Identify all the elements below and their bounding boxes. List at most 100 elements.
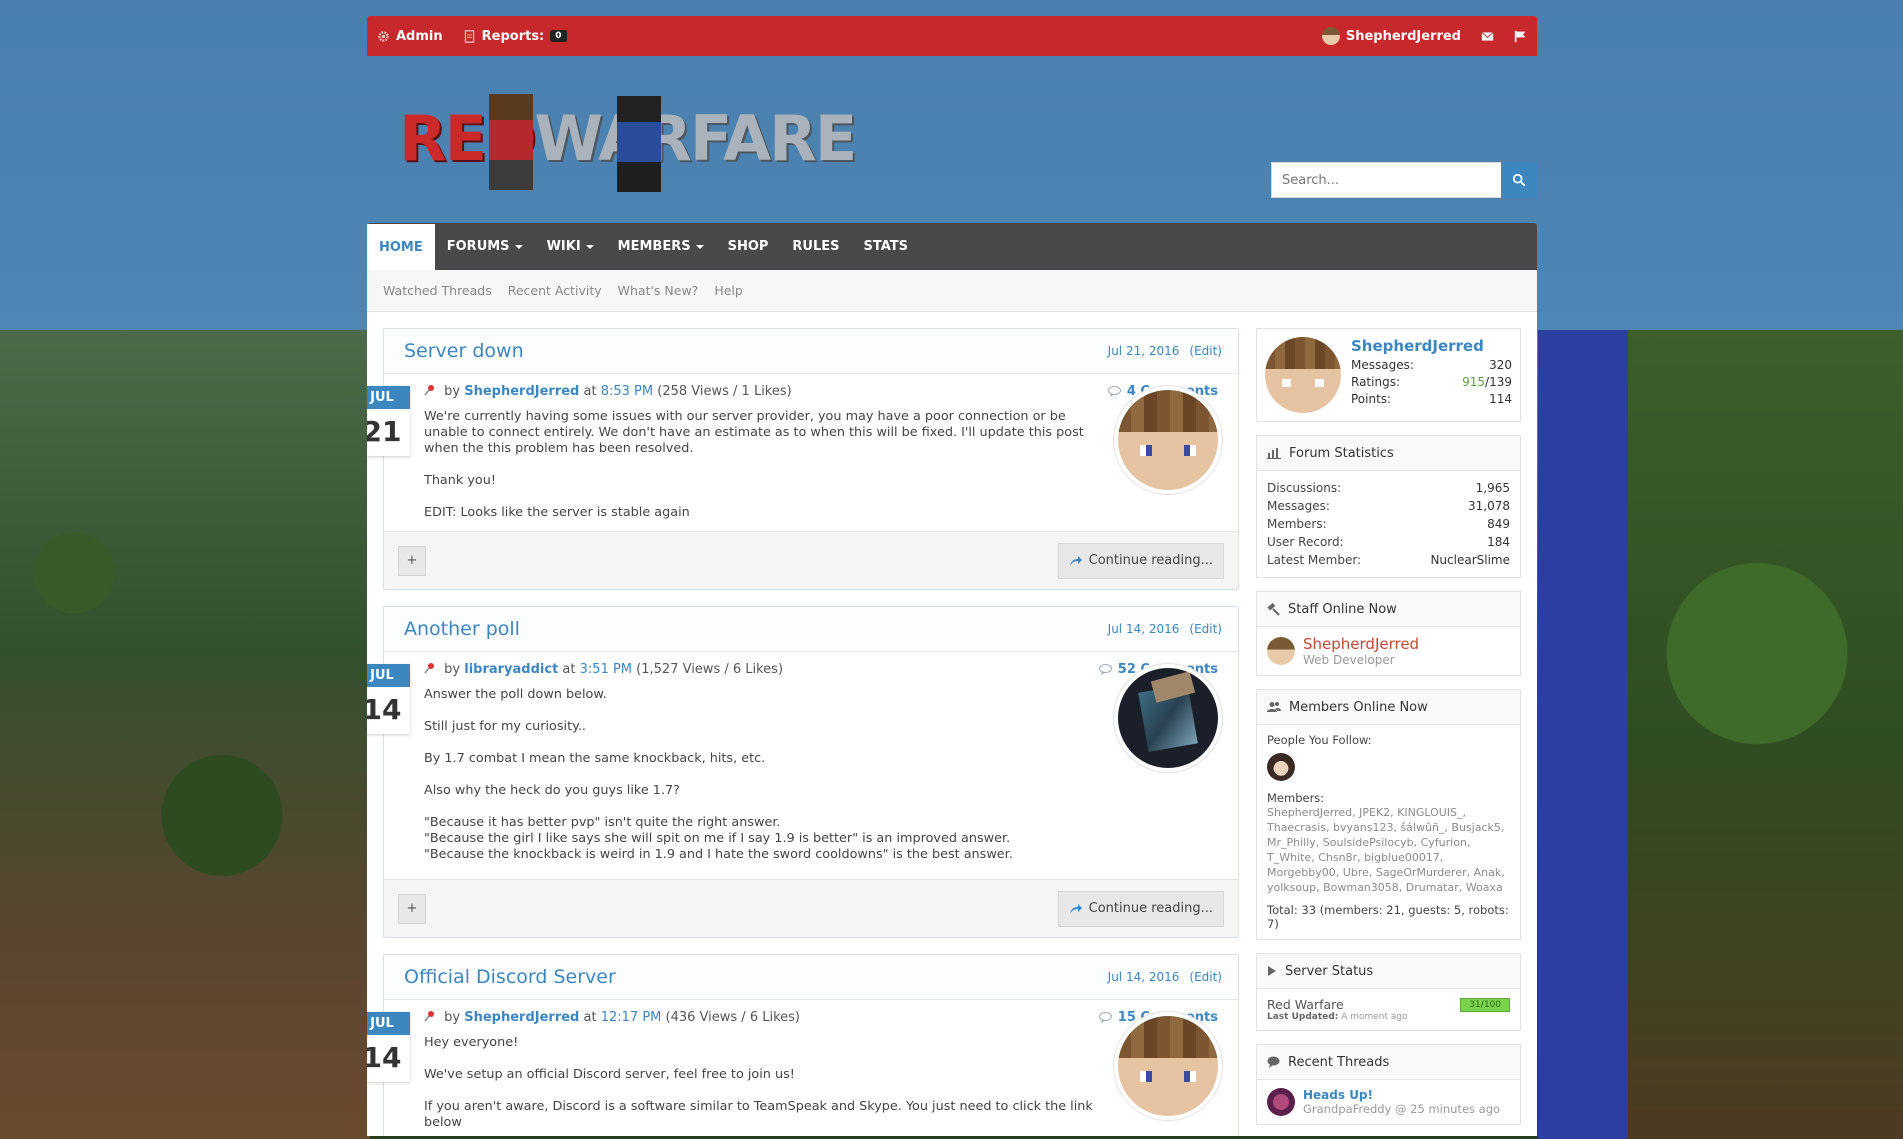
sub-nav: Watched Threads Recent Activity What's N…: [367, 270, 1537, 312]
post-time[interactable]: 8:53 PM: [601, 384, 653, 399]
avatar[interactable]: [1267, 637, 1295, 665]
post-body: JUL 14 by ShepherdJerred at 12:17 PM (43…: [367, 1000, 1238, 1136]
date-day: 14: [367, 1041, 402, 1074]
avatar: [1321, 27, 1340, 45]
panel-title: Server Status: [1285, 963, 1374, 979]
staff-online-panel: Staff Online Now ShepherdJerred Web Deve…: [1256, 591, 1521, 676]
continue-reading-button[interactable]: Continue reading...: [1057, 890, 1224, 927]
post-content: We're currently having some issues with …: [424, 409, 1084, 520]
subnav-whats-new[interactable]: What's New?: [618, 283, 699, 298]
online-members-list[interactable]: ShepherdJerred, JPEK2, KINGLOUIS_, Thaec…: [1267, 805, 1510, 895]
author-avatar[interactable]: [1114, 664, 1222, 772]
post-date-text: Jul 14, 2016: [1107, 970, 1180, 984]
account-username: ShepherdJerred: [1345, 28, 1461, 44]
date-month: JUL: [367, 664, 410, 687]
comment-icon: [1107, 386, 1121, 397]
nav-stats[interactable]: STATS: [852, 223, 921, 270]
speech-bubble-icon: [1267, 1056, 1280, 1068]
post-author[interactable]: ShepherdJerred: [464, 384, 579, 399]
flag-icon[interactable]: [1514, 30, 1527, 43]
avatar[interactable]: [1265, 337, 1341, 413]
server-status-panel: Server Status Red Warfare 31/100 Last Up…: [1256, 953, 1521, 1031]
post-title[interactable]: Another poll: [404, 618, 520, 640]
users-icon: [1267, 702, 1281, 712]
post-edit-link[interactable]: (Edit): [1189, 622, 1222, 636]
nav-wiki[interactable]: WIKI: [535, 223, 606, 270]
post-date: Jul 21, 2016 (Edit): [1108, 344, 1222, 358]
bar-chart-icon: [1267, 448, 1281, 459]
search-button[interactable]: [1501, 162, 1537, 198]
news-feed: Server down Jul 21, 2016 (Edit) JUL 21 b…: [367, 328, 1239, 1136]
post-meta: by ShepherdJerred at 8:53 PM (258 Views …: [424, 384, 1218, 399]
search-form: [1271, 162, 1537, 198]
post-header: Another poll Jul 14, 2016 (Edit): [384, 607, 1238, 652]
admin-bar: Admin Reports: 0 ShepherdJerred: [367, 16, 1537, 56]
post-meta: by ShepherdJerred at 12:17 PM (436 Views…: [424, 1010, 1218, 1025]
staff-username[interactable]: ShepherdJerred: [1303, 635, 1419, 653]
envelope-icon[interactable]: [1481, 30, 1494, 43]
post-content: Hey everyone! We've setup an official Di…: [424, 1035, 1093, 1130]
continue-reading-button[interactable]: Continue reading...: [1057, 542, 1224, 579]
main-area: Server down Jul 21, 2016 (Edit) JUL 21 b…: [367, 312, 1537, 1136]
post-stats: (1,527 Views / 6 Likes): [636, 662, 784, 677]
post-date-text: Jul 21, 2016: [1107, 344, 1180, 358]
avatar[interactable]: [1267, 1088, 1295, 1116]
post-author[interactable]: ShepherdJerred: [464, 1010, 579, 1025]
panel-title: Forum Statistics: [1289, 445, 1394, 461]
online-total: Total: 33 (members: 21, guests: 5, robot…: [1267, 903, 1509, 931]
page-wrapper: Admin Reports: 0 ShepherdJerred REDWARFA…: [367, 16, 1537, 1136]
expand-button[interactable]: +: [398, 545, 426, 576]
logo-character-right: [617, 96, 661, 192]
author-avatar[interactable]: [1114, 386, 1222, 494]
post-stats: (436 Views / 6 Likes): [665, 1010, 800, 1025]
admin-link[interactable]: Admin: [377, 29, 443, 44]
subnav-help[interactable]: Help: [714, 283, 743, 298]
post-time[interactable]: 12:17 PM: [601, 1010, 662, 1025]
site-header: REDWARFARE: [367, 56, 1537, 223]
post-title[interactable]: Official Discord Server: [404, 966, 616, 988]
date-block: JUL 14: [367, 1012, 410, 1082]
visitor-points: 114: [1489, 392, 1512, 406]
logo-character-left: [489, 94, 533, 190]
post-time[interactable]: 3:51 PM: [580, 662, 632, 677]
recent-thread-title[interactable]: Heads Up!: [1303, 1088, 1500, 1102]
nav-rules[interactable]: RULES: [780, 223, 851, 270]
visitor-username[interactable]: ShepherdJerred: [1351, 337, 1512, 355]
reports-count-badge: 0: [550, 30, 567, 42]
date-month: JUL: [367, 1012, 410, 1035]
panel-title: Staff Online Now: [1288, 601, 1397, 617]
post-footer: + Continue reading...: [384, 531, 1238, 589]
chevron-down-icon: [514, 244, 523, 249]
nav-members[interactable]: MEMBERS: [606, 223, 716, 270]
play-icon: [1268, 966, 1276, 976]
post-date: Jul 14, 2016 (Edit): [1108, 622, 1222, 636]
nav-shop[interactable]: SHOP: [716, 223, 781, 270]
search-icon: [1512, 173, 1526, 187]
post-date: Jul 14, 2016 (Edit): [1108, 970, 1222, 984]
comment-icon: [1098, 664, 1112, 675]
subnav-recent-activity[interactable]: Recent Activity: [508, 283, 602, 298]
post-edit-link[interactable]: (Edit): [1189, 344, 1222, 358]
nav-forums[interactable]: FORUMS: [435, 223, 535, 270]
chevron-down-icon: [585, 244, 594, 249]
gear-icon: [378, 30, 389, 42]
latest-member-link[interactable]: NuclearSlime: [1430, 551, 1510, 569]
nav-home[interactable]: HOME: [367, 224, 435, 270]
staff-role: Web Developer: [1303, 653, 1395, 667]
search-input[interactable]: [1271, 162, 1501, 198]
members-online-panel: Members Online Now People You Follow: Me…: [1256, 689, 1521, 940]
post-author[interactable]: libraryaddict: [464, 662, 558, 677]
post-body: JUL 21 by ShepherdJerred at 8:53 PM (258…: [367, 374, 1238, 531]
expand-button[interactable]: +: [398, 893, 426, 924]
visitor-ratings: 915/139: [1462, 375, 1512, 389]
post-edit-link[interactable]: (Edit): [1189, 970, 1222, 984]
pin-icon: [424, 663, 434, 674]
reports-link[interactable]: Reports: 0: [463, 29, 567, 44]
subnav-watched-threads[interactable]: Watched Threads: [383, 283, 492, 298]
sidebar: ShepherdJerred Messages: 320 Ratings: 915/…: [1256, 328, 1521, 1136]
site-logo[interactable]: REDWARFARE: [399, 84, 857, 204]
account-link[interactable]: ShepherdJerred: [1321, 27, 1461, 45]
post-title[interactable]: Server down: [404, 340, 524, 362]
avatar[interactable]: [1267, 753, 1295, 781]
author-avatar[interactable]: [1114, 1012, 1222, 1120]
